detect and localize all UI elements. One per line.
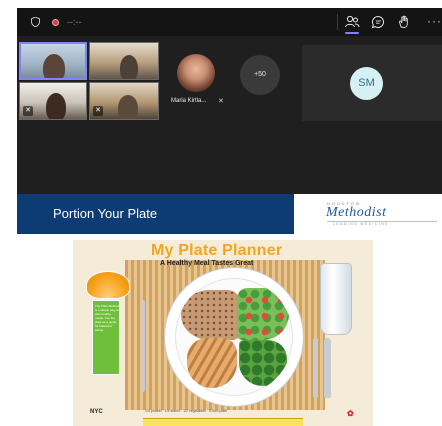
spoon-image	[324, 338, 331, 398]
fork-image	[141, 300, 145, 392]
logo-wordmark: Methodist	[326, 205, 387, 220]
methodist-logo: HOUSTON Methodist LEADING MEDICINE	[294, 194, 442, 234]
salad-portion	[237, 288, 289, 340]
avatar-initials: SM	[350, 67, 383, 100]
mic-muted-icon: ✕	[23, 106, 33, 116]
people-icon	[345, 15, 360, 28]
grain-portion	[181, 290, 239, 340]
raise-hand-icon	[399, 15, 408, 28]
water-glass-image	[321, 264, 351, 334]
poster-title: My Plate Planner	[151, 242, 283, 259]
avatar[interactable]	[177, 54, 215, 92]
orange-image	[87, 272, 129, 298]
mic-off-icon: ✕	[218, 98, 224, 105]
broccoli-portion	[239, 340, 287, 386]
people-button[interactable]	[343, 13, 361, 34]
nyc-logo: NYC	[90, 409, 103, 415]
participant-figure	[43, 54, 65, 78]
more-participants-button[interactable]: +50	[240, 55, 280, 95]
meeting-toolbar: --:-- ···	[17, 8, 442, 36]
info-panel-text: The Plate Method is a simple way to plan…	[95, 304, 119, 332]
plate-food	[175, 278, 293, 396]
meeting-timer: --:--	[67, 17, 82, 27]
participant-tile[interactable]: SM	[302, 45, 442, 121]
toolbar-divider	[337, 14, 338, 30]
shared-slide-header: Portion Your Plate HOUSTON Methodist LEA…	[17, 194, 442, 234]
meeting-stage: --:-- ··· ✕ ✕ Maria Kirtla... ✕ +50 SM	[17, 8, 442, 194]
protein-portion	[187, 338, 237, 388]
mic-muted-icon: ✕	[93, 106, 103, 116]
info-panel: The Plate Method is a simple way to plan…	[92, 300, 120, 375]
video-gallery: ✕ ✕	[19, 42, 159, 122]
recording-icon	[52, 19, 59, 26]
slide-title: Portion Your Plate	[53, 206, 158, 221]
participant-figure	[46, 93, 66, 119]
participant-figure	[120, 55, 138, 79]
knife-image	[313, 338, 318, 398]
participant-video-tile[interactable]: ✕	[89, 82, 159, 120]
chat-button[interactable]	[369, 13, 387, 31]
participant-name: Maria Kirtla...	[171, 98, 207, 104]
participant-video-tile[interactable]	[19, 42, 87, 80]
poster-subtitle: A Healthy Meal Tastes Great	[160, 260, 254, 267]
plate-image	[165, 268, 303, 406]
more-options-button[interactable]: ···	[427, 8, 442, 34]
shared-slide-content: The Plate Method is a simple way to plan…	[17, 234, 442, 426]
participant-video-tile[interactable]	[89, 42, 159, 80]
plate-planner-poster: The Plate Method is a simple way to plan…	[73, 240, 373, 426]
react-button[interactable]	[395, 13, 413, 31]
logo-tagline: LEADING MEDICINE	[333, 222, 389, 226]
participant-figure	[118, 95, 138, 119]
participant-video-tile[interactable]: ✕	[19, 82, 87, 120]
health-dept-logo-icon: ✿	[347, 409, 354, 418]
portion-note: 1/4 protein · 1/4 starch · 1/2 vegetable…	[145, 409, 228, 413]
chat-icon	[371, 16, 384, 29]
shield-icon	[31, 17, 40, 27]
slide-title-band: Portion Your Plate	[17, 194, 294, 234]
